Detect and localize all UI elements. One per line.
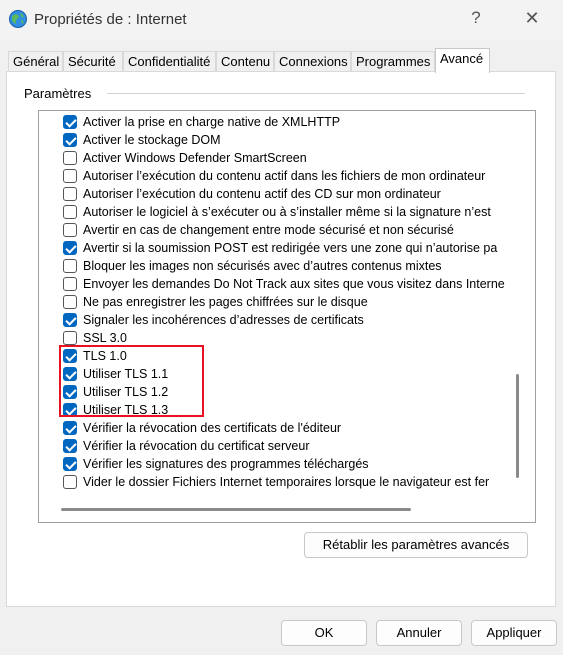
help-button[interactable]: ?	[464, 8, 488, 28]
ok-button[interactable]: OK	[281, 620, 367, 646]
checkbox[interactable]	[63, 277, 77, 291]
setting-item-secure-mode-warn[interactable]: Avertir en cas de changement entre mode …	[63, 221, 533, 239]
checkbox[interactable]	[63, 241, 77, 255]
checkbox[interactable]	[63, 169, 77, 183]
apply-button[interactable]: Appliquer	[471, 620, 557, 646]
setting-item-publisher-revocation[interactable]: Vérifier la révocation des certificats d…	[63, 419, 533, 437]
tls-highlight-box	[59, 345, 204, 417]
horizontal-scrollbar-thumb[interactable]	[61, 508, 411, 511]
tab-general[interactable]: Général	[8, 51, 63, 71]
checkbox[interactable]	[63, 133, 77, 147]
setting-item-active-content-cd[interactable]: Autoriser l’exécution du contenu actif d…	[63, 185, 533, 203]
checkbox[interactable]	[63, 295, 77, 309]
checkbox[interactable]	[63, 223, 77, 237]
settings-list[interactable]: Activer la prise en charge native de XML…	[38, 110, 536, 523]
tab-avance[interactable]: Avancé	[435, 48, 490, 73]
reset-advanced-settings-button[interactable]: Rétablir les paramètres avancés	[304, 532, 528, 558]
setting-item-verify-signatures[interactable]: Vérifier les signatures des programmes t…	[63, 455, 533, 473]
checkbox[interactable]	[63, 475, 77, 489]
close-button[interactable]: ✕	[520, 8, 544, 29]
checkbox[interactable]	[63, 187, 77, 201]
vertical-scrollbar-thumb[interactable]	[516, 374, 519, 478]
tab-programmes[interactable]: Programmes	[351, 51, 435, 71]
checkbox[interactable]	[63, 331, 77, 345]
setting-item-xmlhttp[interactable]: Activer la prise en charge native de XML…	[63, 113, 533, 131]
setting-item-cert-mismatch[interactable]: Signaler les incohérences d’adresses de …	[63, 311, 533, 329]
cancel-button[interactable]: Annuler	[376, 620, 462, 646]
checkbox[interactable]	[63, 205, 77, 219]
tab-connexions[interactable]: Connexions	[274, 51, 351, 71]
setting-item-block-mixed-images[interactable]: Bloquer les images non sécurisés avec d’…	[63, 257, 533, 275]
tab-securite[interactable]: Sécurité	[63, 51, 123, 71]
setting-item-no-save-encrypted[interactable]: Ne pas enregistrer les pages chiffrées s…	[63, 293, 533, 311]
checkbox[interactable]	[63, 439, 77, 453]
checkbox[interactable]	[63, 457, 77, 471]
checkbox[interactable]	[63, 313, 77, 327]
setting-item-post-redirect-warn[interactable]: Avertir si la soumission POST est rediri…	[63, 239, 533, 257]
group-divider	[107, 93, 525, 94]
window-title: Propriétés de : Internet	[34, 11, 187, 28]
title-bar: Propriétés de : Internet ? ✕	[0, 0, 563, 40]
setting-item-server-revocation[interactable]: Vérifier la révocation du certificat ser…	[63, 437, 533, 455]
setting-item-dom-storage[interactable]: Activer le stockage DOM	[63, 131, 533, 149]
tab-contenu[interactable]: Contenu	[216, 51, 274, 71]
setting-item-smartscreen[interactable]: Activer Windows Defender SmartScreen	[63, 149, 533, 167]
setting-item-active-content-files[interactable]: Autoriser l’exécution du contenu actif d…	[63, 167, 533, 185]
checkbox[interactable]	[63, 151, 77, 165]
checkbox[interactable]	[63, 259, 77, 273]
setting-item-empty-temp-files[interactable]: Vider le dossier Fichiers Internet tempo…	[63, 473, 533, 491]
tab-confidentialite[interactable]: Confidentialité	[123, 51, 216, 71]
settings-group-label: Paramètres	[24, 86, 96, 101]
internet-globe-icon	[9, 10, 27, 28]
checkbox[interactable]	[63, 115, 77, 129]
advanced-tab-panel: Paramètres Activer la prise en charge na…	[6, 71, 556, 607]
setting-item-invalid-signature[interactable]: Autoriser le logiciel à s’exécuter ou à …	[63, 203, 533, 221]
setting-item-do-not-track[interactable]: Envoyer les demandes Do Not Track aux si…	[63, 275, 533, 293]
checkbox[interactable]	[63, 421, 77, 435]
